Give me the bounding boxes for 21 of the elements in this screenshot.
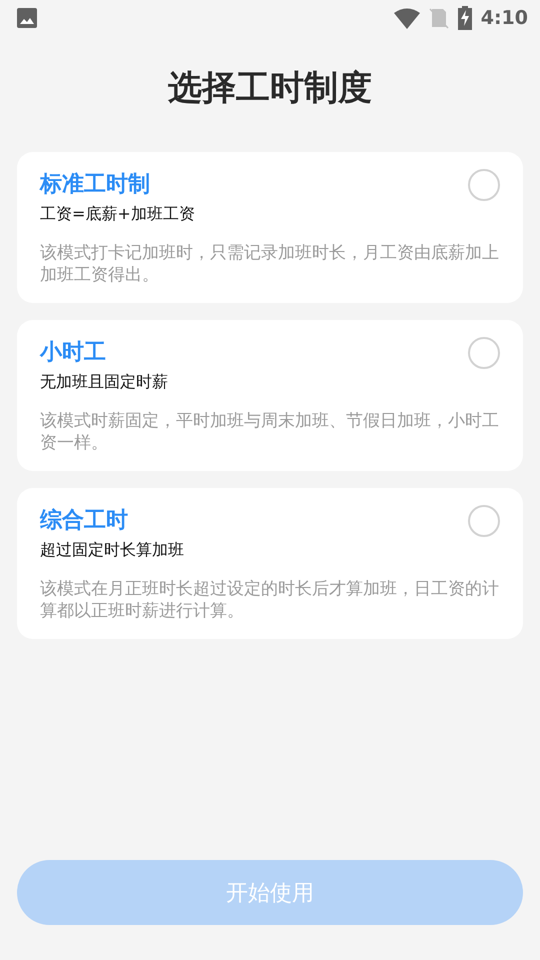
option-description: 该模式在月正班时长超过设定的时长后才算加班，日工资的计算都以正班时薪进行计算。 xyxy=(40,578,499,622)
battery-charging-icon xyxy=(458,6,472,30)
page-title: 选择工时制度 xyxy=(167,67,373,110)
option-card[interactable]: 标准工时制 工资=底薪+加班工资 该模式打卡记加班时，只需记录加班时长，月工资由底薪加上加班工资得出。 xyxy=(17,152,523,303)
no-sim-icon xyxy=(428,7,449,29)
option-formula: 无加班且固定时薪 xyxy=(40,371,169,393)
option-card[interactable]: 小时工 无加班且固定时薪 该模式时薪固定，平时加班与周末加班、节假日加班，小时工资一样。 xyxy=(17,320,523,471)
option-title: 标准工时制 xyxy=(40,171,150,199)
image-icon xyxy=(17,8,37,28)
option-description: 该模式打卡记加班时，只需记录加班时长，月工资由底薪加上加班工资得出。 xyxy=(40,242,499,286)
option-formula: 工资=底薪+加班工资 xyxy=(40,203,196,225)
clock-time: 4:10 xyxy=(480,7,528,29)
option-title: 小时工 xyxy=(40,339,106,367)
radio-button[interactable] xyxy=(468,505,500,537)
wifi-icon xyxy=(394,8,420,28)
option-title: 综合工时 xyxy=(40,507,128,535)
radio-button[interactable] xyxy=(468,337,500,369)
radio-button[interactable] xyxy=(468,169,500,201)
option-card[interactable]: 综合工时 超过固定时长算加班 该模式在月正班时长超过设定的时长后才算加班，日工资的计算都以正班时薪进行计算。 xyxy=(17,488,523,639)
option-description: 该模式时薪固定，平时加班与周末加班、节假日加班，小时工资一样。 xyxy=(40,410,499,454)
option-formula: 超过固定时长算加班 xyxy=(40,539,185,561)
